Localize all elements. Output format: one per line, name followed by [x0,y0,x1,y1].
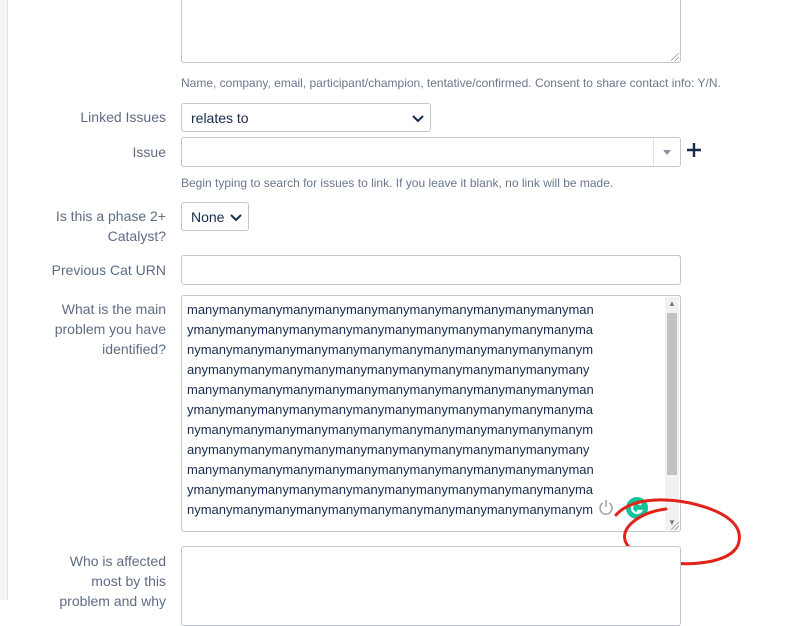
affected-textarea[interactable] [181,546,681,626]
affected-label-line3: problem and why [59,593,166,609]
main-problem-label-line3: identified? [102,341,166,357]
scroll-thumb[interactable] [667,313,677,475]
resize-grip[interactable] [671,53,679,61]
textarea-line: manymanymanymanymanymanymanymanymanymany… [187,382,594,397]
linked-issues-value: relates to [191,109,249,126]
affected-label-line1: Who is affected [69,553,166,569]
catalyst-select[interactable]: None [181,202,249,231]
textarea-line: anymanymanymanymanymanymanymanymanymanym… [187,442,590,457]
issue-hint: Begin typing to search for issues to lin… [181,176,614,190]
scroll-up-arrow[interactable]: ▲ [665,297,679,311]
textarea-line: ymanymanymanymanymanymanymanymanymanyman… [187,402,594,417]
catalyst-label-line2: Catalyst? [107,228,166,244]
contact-hint: Name, company, email, participant/champi… [181,76,721,90]
previous-urn-label: Previous Cat URN [51,262,166,278]
issue-picker-input[interactable] [181,137,681,167]
chevron-down-icon [412,110,424,126]
catalyst-value: None [191,208,225,225]
main-problem-label-line2: problem you have [54,321,166,337]
textarea-line: anymanymanymanymanymanymanymanymanymanym… [187,362,590,377]
issue-label: Issue [132,144,166,160]
caret-down-icon [663,150,671,155]
contact-textarea[interactable] [181,0,681,63]
textarea-line: nymanymanymanymanymanymanymanymanymanyma… [187,502,594,517]
textarea-line: nymanymanymanymanymanymanymanymanymanyma… [187,342,594,357]
main-problem-label-line1: What is the main [61,301,166,317]
main-problem-text: manymanymanymanymanymanymanymanymanymany… [187,300,657,525]
linked-issues-label: Linked Issues [80,109,166,125]
affected-label-line2: most by this [91,573,166,589]
add-link-plus-icon[interactable] [686,142,702,158]
left-gutter [0,0,8,600]
textarea-line: ymanymanymanymanymanymanymanymanymanyman… [187,322,594,337]
issue-dropdown-toggle[interactable] [653,138,680,166]
linked-issues-select[interactable]: relates to [181,103,431,132]
textarea-line: anymanymanymanymanymanymanymanymanymanym… [187,520,657,525]
textarea-line: ymanymanymanymanymanymanymanymanymanyman… [187,482,594,497]
catalyst-label-line1: Is this a phase 2+ [55,208,166,224]
chevron-down-icon [230,209,242,225]
previous-urn-input[interactable] [181,255,681,285]
textarea-line: nymanymanymanymanymanymanymanymanymanyma… [187,422,594,437]
textarea-line: manymanymanymanymanymanymanymanymanymany… [187,462,594,477]
textarea-line: manymanymanymanymanymanymanymanymanymany… [187,302,594,317]
